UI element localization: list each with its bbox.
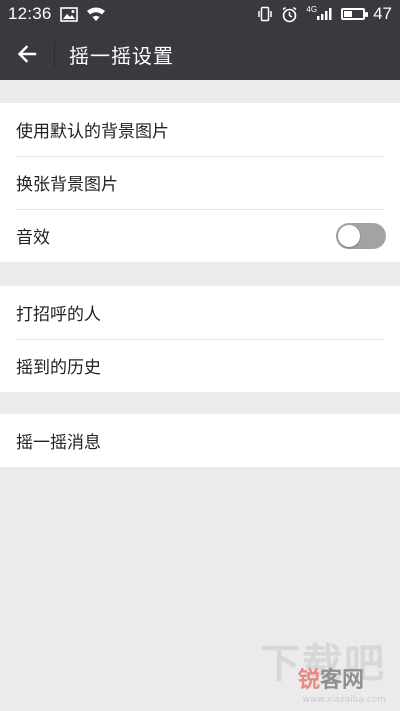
setting-label: 换张背景图片 [16,175,118,195]
setting-sound-effect: 音效 [0,209,400,262]
app-bar: 摇一摇设置 [0,28,400,80]
alarm-icon [281,6,298,23]
settings-group-messages: 摇一摇消息 [0,414,400,467]
watermark-site-name-part-b: 客网 [319,668,364,693]
setting-label: 摇一摇消息 [16,433,101,453]
setting-shake-history[interactable]: 摇到的历史 [0,339,400,392]
setting-label: 摇到的历史 [16,358,101,378]
watermark-url: www.xiazaiba.com [302,695,386,705]
setting-shake-messages[interactable]: 摇一摇消息 [0,414,400,467]
setting-change-background[interactable]: 换张背景图片 [0,156,400,209]
wifi-icon [86,7,106,22]
settings-group-background: 使用默认的背景图片 换张背景图片 音效 [0,103,400,262]
setting-greeted-people[interactable]: 打招呼的人 [0,286,400,339]
status-bar-right: 4G 47 [257,4,392,24]
watermark-site-name-part-a: 锐 [297,668,320,693]
back-arrow-icon [17,45,37,63]
status-bar: 12:36 4G 47 [0,0,400,28]
setting-default-background[interactable]: 使用默认的背景图片 [0,103,400,156]
status-bar-left: 12:36 [8,4,106,24]
clock: 12:36 [8,4,52,23]
battery-level: 47 [373,4,392,23]
setting-label: 打招呼的人 [16,305,101,325]
page-title: 摇一摇设置 [69,43,174,68]
image-icon [59,6,78,22]
signal-icon: 4G [306,5,333,21]
toggle-knob [338,224,360,247]
setting-label: 使用默认的背景图片 [16,122,169,142]
setting-label: 音效 [16,228,50,248]
vibrate-icon [257,6,273,22]
settings-group-history: 打招呼的人 摇到的历史 [0,286,400,392]
app-bar-divider [54,41,55,67]
network-type-label: 4G [306,5,318,14]
battery-fill [344,11,353,17]
watermark: 下载吧 锐客网 www.xiazaiba.com [260,643,386,705]
sound-effect-toggle[interactable] [336,222,386,249]
back-button[interactable] [0,28,54,80]
battery-icon [341,8,369,20]
watermark-site-name: 锐客网 [298,669,364,693]
